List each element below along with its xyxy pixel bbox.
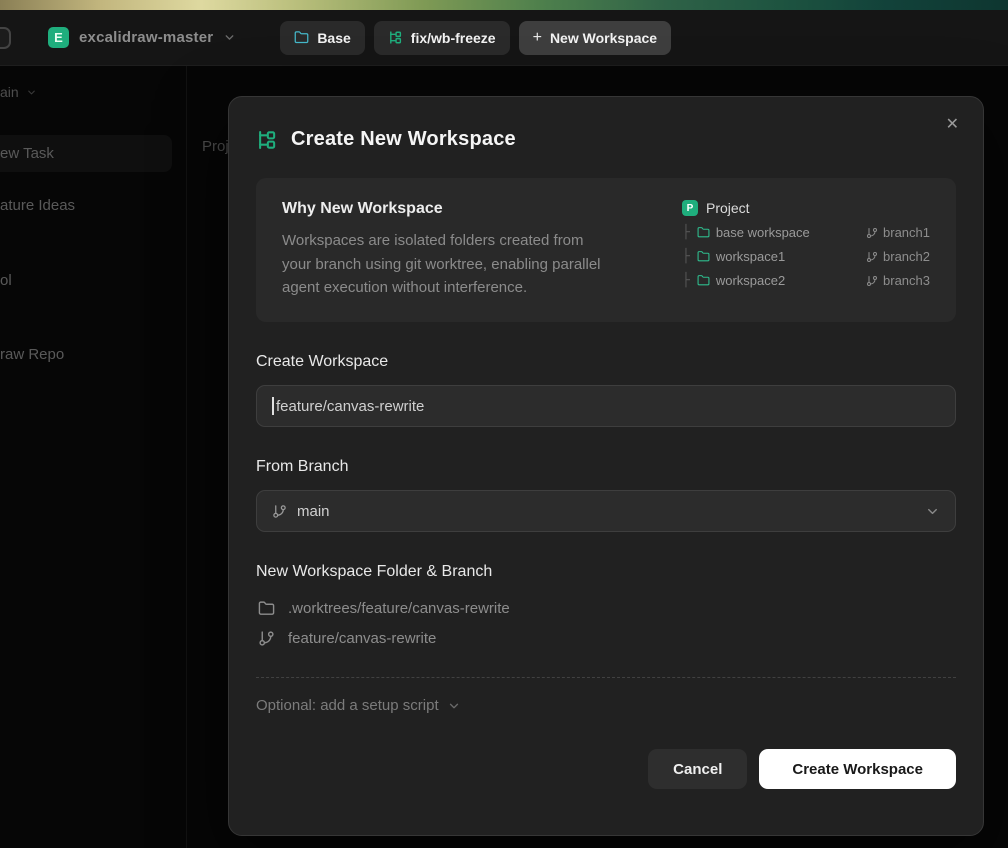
workspace-tree-diagram: P Project ├ base workspace branch1 ├ wor…	[682, 200, 930, 300]
tree-connector: ├	[682, 225, 690, 240]
repo-icon: E	[48, 27, 69, 48]
preview-folder-row: .worktrees/feature/canvas-rewrite	[256, 600, 956, 617]
workspace-name-input[interactable]: feature/canvas-rewrite	[256, 385, 956, 428]
setup-script-label: Optional: add a setup script	[256, 697, 439, 715]
info-body: Workspaces are isolated folders created …	[282, 232, 601, 297]
info-heading: Why New Workspace	[282, 200, 443, 217]
wallpaper-strip	[0, 0, 1008, 10]
tree-root-label: Project	[706, 200, 750, 216]
folder-icon	[697, 274, 710, 287]
git-branch-icon	[258, 630, 275, 647]
modal-title: Create New Workspace	[291, 128, 516, 150]
preview-branch-row: feature/canvas-rewrite	[256, 630, 956, 647]
info-text: Why New Workspace Workspaces are isolate…	[282, 200, 614, 300]
new-workspace-button[interactable]: + New Workspace	[518, 20, 672, 55]
plus-icon: +	[532, 28, 542, 46]
create-workspace-modal: ✕ Create New Workspace Why New Workspace…	[228, 96, 984, 836]
git-branch-icon	[867, 251, 878, 262]
chevron-down-icon	[925, 504, 940, 519]
cancel-button[interactable]: Cancel	[648, 749, 748, 790]
preview-folder-path: .worktrees/feature/canvas-rewrite	[288, 600, 510, 618]
base-workspace-button[interactable]: Base	[280, 20, 365, 55]
tree-branch: branch1	[866, 225, 930, 240]
tree-branch-name: branch2	[883, 249, 930, 264]
worktree-icon	[256, 129, 278, 151]
from-branch-value: main	[297, 502, 330, 520]
preview-branch-name: feature/canvas-rewrite	[288, 630, 437, 648]
chevron-down-icon	[447, 699, 461, 713]
modal-header: Create New Workspace	[256, 97, 956, 151]
tree-connector: ├	[682, 249, 690, 264]
tree-branch-name: branch1	[883, 225, 930, 240]
chevron-down-icon	[223, 31, 236, 44]
tree-branch: branch2	[866, 249, 930, 264]
folder-icon	[697, 226, 710, 239]
repo-switcher[interactable]: E excalidraw-master	[48, 27, 236, 48]
from-branch-label: From Branch	[256, 458, 349, 476]
preview-section-label: New Workspace Folder & Branch	[256, 563, 493, 581]
new-workspace-button-label: New Workspace	[549, 29, 658, 46]
tree-connector: ├	[682, 273, 690, 288]
text-cursor	[272, 397, 274, 416]
project-badge: P	[682, 200, 698, 216]
folder-icon	[697, 250, 710, 263]
info-panel: Why New Workspace Workspaces are isolate…	[256, 178, 956, 323]
tree-root: P Project	[682, 200, 930, 216]
git-branch-icon	[867, 227, 878, 238]
tree-row: ├ workspace2 branch3	[682, 273, 930, 288]
close-icon[interactable]: ✕	[946, 117, 959, 133]
base-button-label: Base	[317, 29, 351, 46]
folder-icon	[294, 30, 309, 45]
git-branch-icon	[867, 275, 878, 286]
branch-button-label: fix/wb-freeze	[410, 29, 496, 46]
tree-folder-name: workspace2	[715, 273, 786, 288]
create-workspace-submit-button[interactable]: Create Workspace	[759, 749, 956, 790]
workspace-name-label: Create Workspace	[256, 353, 389, 371]
modal-footer: Cancel Create Workspace	[256, 749, 956, 790]
tree-branch: branch3	[866, 273, 930, 288]
from-branch-select[interactable]: main	[256, 490, 956, 533]
tree-folder-name: base workspace	[715, 225, 810, 240]
worktree-icon	[388, 30, 403, 45]
dashed-divider	[256, 677, 956, 679]
folder-icon	[258, 600, 275, 617]
tree-row: ├ base workspace branch1	[682, 225, 930, 240]
branch-workspace-button[interactable]: fix/wb-freeze	[373, 20, 510, 55]
workspace-name-value: feature/canvas-rewrite	[276, 397, 425, 415]
git-branch-icon	[272, 504, 287, 519]
top-bar: E excalidraw-master Base fix/wb-freeze +…	[0, 10, 1008, 66]
tree-row: ├ workspace1 branch2	[682, 249, 930, 264]
tree-branch-name: branch3	[883, 273, 930, 288]
window-control-partial	[0, 27, 11, 49]
setup-script-toggle[interactable]: Optional: add a setup script	[256, 697, 461, 714]
tree-folder-name: workspace1	[715, 249, 786, 264]
repo-name: excalidraw-master	[79, 29, 214, 46]
